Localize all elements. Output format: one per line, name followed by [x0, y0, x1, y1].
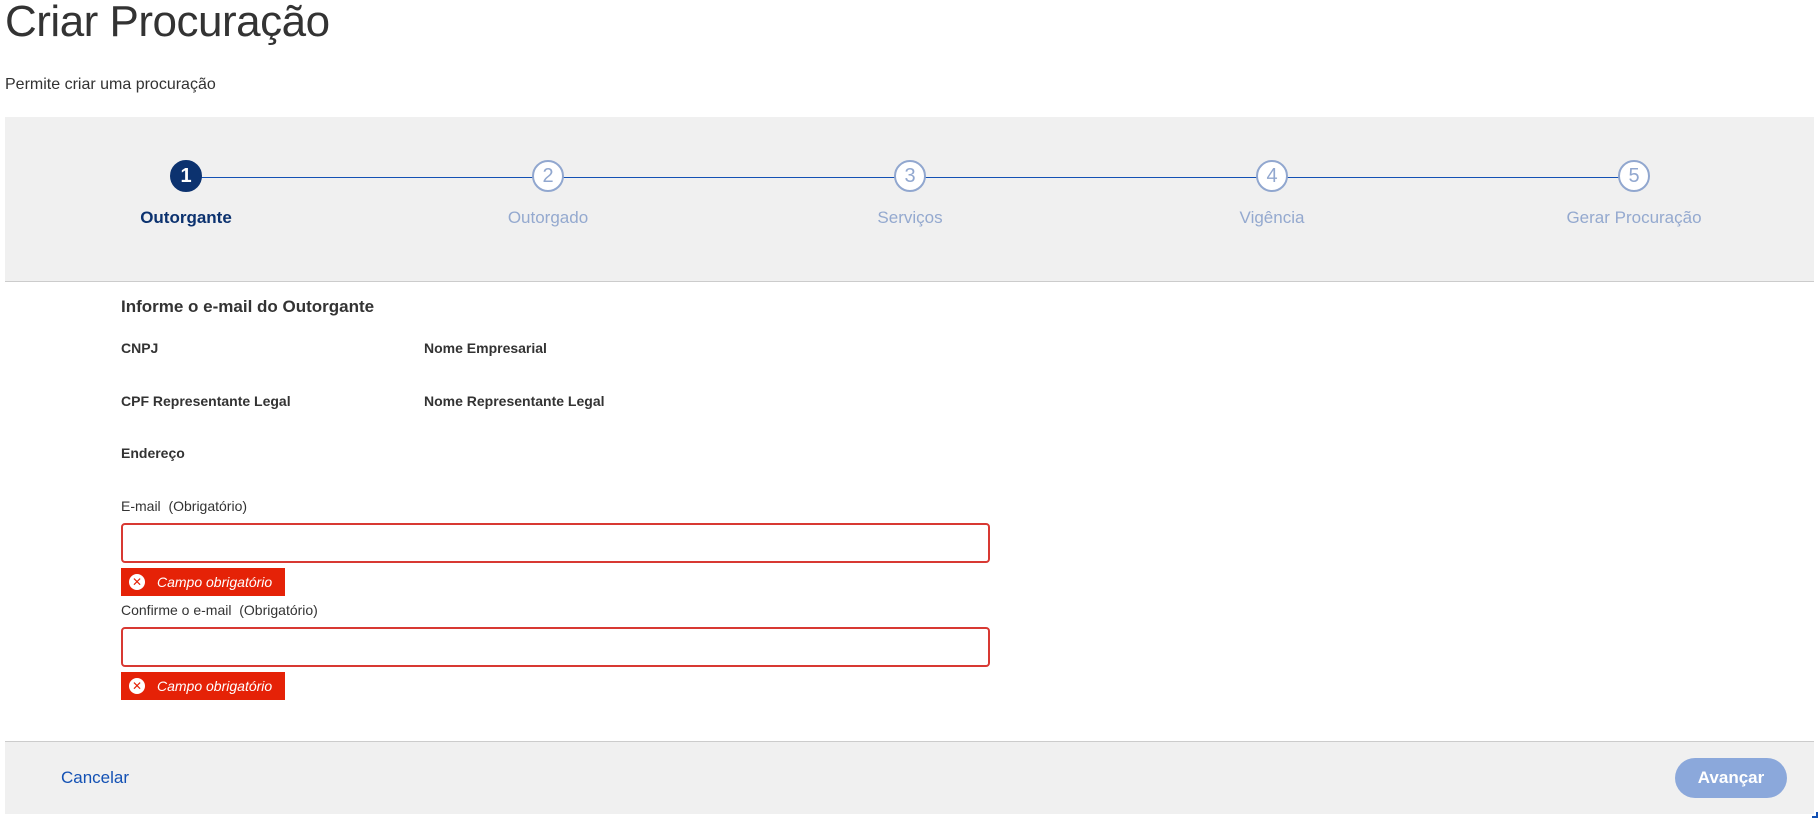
email-label: E-mail (Obrigatório) [121, 498, 248, 514]
wizard-step-5[interactable]: 5 Gerar Procuração [1504, 160, 1764, 228]
wizard-step-3[interactable]: 3 Serviços [780, 160, 1040, 228]
nome-empresarial-label: Nome Empresarial [424, 340, 547, 356]
step-label: Vigência [1239, 208, 1305, 227]
page-subtitle: Permite criar uma procuração [5, 76, 216, 93]
resize-corner-icon [1812, 812, 1818, 818]
step-number-circle: 1 [170, 160, 202, 192]
step-number-circle: 2 [532, 160, 564, 192]
wizard-step-2[interactable]: 2 Outorgado [418, 160, 678, 228]
step-label: Outorgante [140, 208, 232, 227]
email-field[interactable] [121, 523, 990, 563]
form-heading: Informe o e-mail do Outorgante [121, 297, 375, 316]
step-number-circle: 4 [1256, 160, 1288, 192]
step-number-circle: 3 [894, 160, 926, 192]
email-confirm-error-badge: ✕ Campo obrigatório [121, 672, 285, 700]
cpf-representante-label: CPF Representante Legal [121, 393, 291, 409]
step-label: Outorgado [507, 208, 589, 227]
form-footer: Cancelar Avançar [5, 741, 1814, 814]
error-message: Campo obrigatório [157, 574, 273, 590]
cnpj-label: CNPJ [121, 340, 159, 356]
step-label: Gerar Procuração [1566, 208, 1702, 227]
step-number-circle: 5 [1618, 160, 1650, 192]
error-x-icon: ✕ [129, 574, 145, 590]
endereco-label: Endereço [121, 445, 185, 461]
cancel-button[interactable]: Cancelar [61, 768, 129, 788]
email-confirm-field[interactable] [121, 627, 990, 667]
error-message: Campo obrigatório [157, 678, 273, 694]
error-x-icon: ✕ [129, 678, 145, 694]
wizard-step-4[interactable]: 4 Vigência [1142, 160, 1402, 228]
wizard-step-1[interactable]: 1 Outorgante [56, 160, 316, 228]
email-confirm-label: Confirme o e-mail (Obrigatório) [121, 602, 318, 618]
next-button[interactable]: Avançar [1675, 758, 1787, 798]
nome-representante-label: Nome Representante Legal [424, 393, 605, 409]
step-label: Serviços [877, 208, 943, 227]
email-error-badge: ✕ Campo obrigatório [121, 568, 285, 596]
page-title: Criar Procuração [5, 0, 330, 46]
